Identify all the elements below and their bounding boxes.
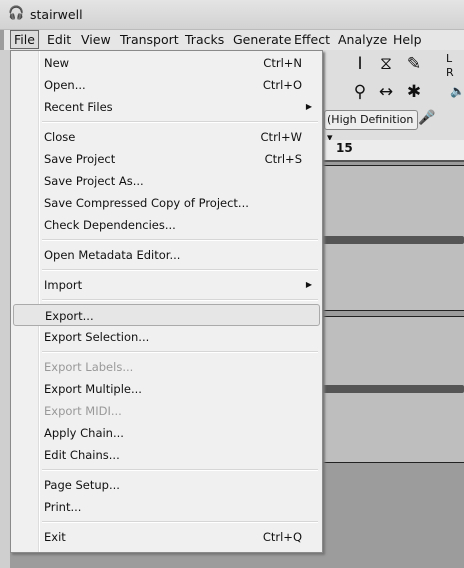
menu-item-open[interactable]: Open... Ctrl+O — [13, 74, 320, 96]
menu-item-label: Export Labels... — [44, 360, 134, 374]
menu-separator — [42, 299, 318, 301]
menu-item-label: Apply Chain... — [44, 426, 124, 440]
menu-item-label: Page Setup... — [44, 478, 120, 492]
multi-tool-icon[interactable]: ✱ — [402, 80, 426, 104]
menu-item-save-project[interactable]: Save Project Ctrl+S — [13, 148, 320, 170]
menu-item-open-metadata-editor[interactable]: Open Metadata Editor... — [13, 244, 320, 266]
menu-item-page-setup[interactable]: Page Setup... — [13, 474, 320, 496]
menu-item-export[interactable]: Export... — [13, 304, 320, 326]
menu-separator — [42, 121, 318, 123]
menu-separator — [42, 469, 318, 471]
recording-device-select[interactable]: (High Definition ▾ — [324, 110, 418, 144]
submenu-arrow-icon: ▶ — [305, 280, 312, 289]
menu-tracks[interactable]: Tracks — [185, 32, 224, 47]
menu-item-label: Check Dependencies... — [44, 218, 176, 232]
menu-item-exit[interactable]: Exit Ctrl+Q — [13, 526, 320, 548]
menu-item-label: Export Multiple... — [44, 382, 142, 396]
menu-item-label: Recent Files — [44, 100, 113, 114]
menu-item-close[interactable]: Close Ctrl+W — [13, 126, 320, 148]
meter-r: R — [446, 66, 454, 79]
menu-item-label: Export Selection... — [44, 330, 150, 344]
microphone-icon: 🎤 — [418, 110, 436, 126]
ruler-label: 15 — [336, 141, 353, 155]
menu-item-export-multiple[interactable]: Export Multiple... — [13, 378, 320, 400]
file-menu: New Ctrl+N Open... Ctrl+O Recent Files ▶ Close… — [10, 50, 323, 553]
menu-item-shortcut: Ctrl+S — [264, 152, 302, 166]
menu-item-label: Save Project As... — [44, 174, 144, 188]
menu-help[interactable]: Help — [393, 32, 422, 47]
menu-item-label: Exit — [44, 530, 66, 544]
menu-separator — [42, 351, 318, 353]
menu-item-shortcut: Ctrl+Q — [262, 530, 302, 544]
menu-analyze[interactable]: Analyze — [338, 32, 387, 47]
menu-effect[interactable]: Effect — [294, 32, 330, 47]
menu-item-label: Open... — [44, 78, 86, 92]
menu-item-label: Print... — [44, 500, 82, 514]
draw-tool-icon[interactable]: ✎ — [402, 52, 426, 76]
window-title: stairwell — [30, 7, 83, 22]
menu-item-recent-files[interactable]: Recent Files ▶ — [13, 96, 320, 118]
submenu-arrow-icon: ▶ — [305, 102, 312, 111]
menu-separator — [42, 269, 318, 271]
timeshift-tool-icon[interactable]: ↔ — [374, 80, 398, 104]
menu-item-check-dependencies[interactable]: Check Dependencies... — [13, 214, 320, 236]
menu-item-shortcut: Ctrl+O — [262, 78, 302, 92]
audio-track-2[interactable] — [322, 316, 464, 463]
menu-item-label: Open Metadata Editor... — [44, 248, 181, 262]
menu-item-import[interactable]: Import ▶ — [13, 274, 320, 296]
menu-item-print[interactable]: Print... — [13, 496, 320, 518]
audio-track-1[interactable] — [322, 165, 464, 311]
menu-item-save-compressed-copy-of-project[interactable]: Save Compressed Copy of Project... — [13, 192, 320, 214]
menu-edit[interactable]: Edit — [47, 32, 71, 47]
menu-item-label: New — [44, 56, 70, 70]
menu-transport[interactable]: Transport — [120, 32, 179, 47]
zoom-tool-icon[interactable]: ⚲ — [348, 80, 372, 104]
waveform — [322, 236, 464, 244]
speaker-icon[interactable]: 🔈 — [450, 84, 464, 98]
menu-item-label: Save Compressed Copy of Project... — [44, 196, 249, 210]
menu-separator — [42, 521, 318, 523]
title-bar: 🎧 stairwell — [0, 0, 464, 30]
timeline-ruler[interactable]: 15 — [322, 140, 464, 162]
menu-item-export-labels: Export Labels... — [13, 356, 320, 378]
menu-item-shortcut: Ctrl+W — [260, 130, 302, 144]
menu-item-edit-chains[interactable]: Edit Chains... — [13, 444, 320, 466]
envelope-tool-icon[interactable]: ⧖ — [374, 52, 398, 76]
menu-item-label: Export MIDI... — [44, 404, 122, 418]
meter-l: L — [446, 52, 453, 65]
window-frame — [0, 50, 10, 568]
headphones-icon: 🎧 — [8, 6, 25, 21]
menu-item-save-project-as[interactable]: Save Project As... — [13, 170, 320, 192]
menu-file[interactable]: File — [10, 30, 39, 49]
menu-separator — [42, 239, 318, 241]
menu-item-label: Close — [44, 130, 76, 144]
menu-view[interactable]: View — [81, 32, 111, 47]
device-select-value: (High Definition — [327, 113, 414, 126]
menu-item-label: Import — [44, 278, 83, 292]
menu-item-apply-chain[interactable]: Apply Chain... — [13, 422, 320, 444]
menu-item-label: Export... — [45, 309, 94, 323]
menu-bar: File Edit View Transport Tracks Generate… — [4, 30, 464, 50]
menu-item-export-selection[interactable]: Export Selection... — [13, 326, 320, 348]
menu-item-label: Save Project — [44, 152, 116, 166]
menu-item-shortcut: Ctrl+N — [263, 56, 302, 70]
menu-item-new[interactable]: New Ctrl+N — [13, 52, 320, 74]
menu-generate[interactable]: Generate — [233, 32, 291, 47]
menu-item-label: Edit Chains... — [44, 448, 120, 462]
selection-tool-icon[interactable]: I — [348, 52, 372, 76]
waveform — [322, 385, 464, 393]
menu-item-export-midi: Export MIDI... — [13, 400, 320, 422]
